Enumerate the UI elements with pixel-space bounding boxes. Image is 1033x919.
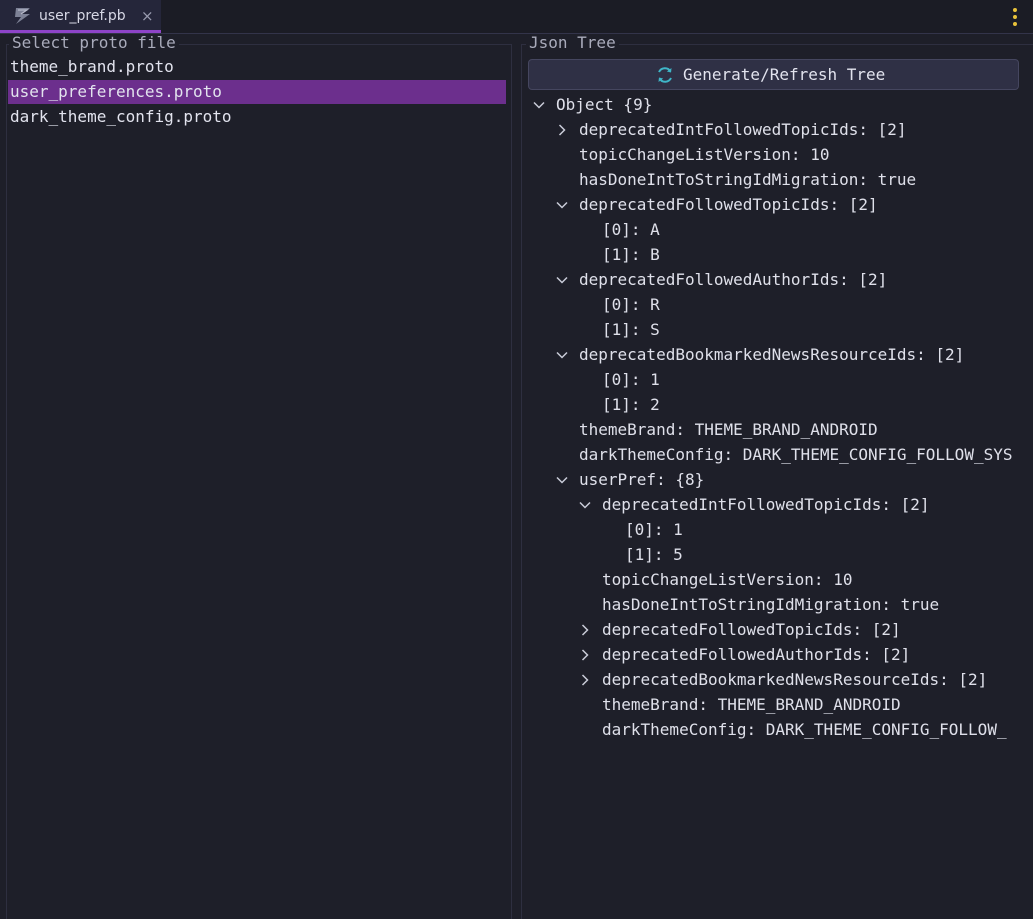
tree-node-label: hasDoneIntToStringIdMigration: true xyxy=(602,595,940,614)
tab-bar: user_pref.pb × xyxy=(0,0,1033,34)
tree-node-label: deprecatedBookmarkedNewsResourceIds: [2] xyxy=(602,670,988,689)
tree-node-label: [1]: 2 xyxy=(602,395,660,414)
proto-panel-title: Select proto file xyxy=(9,34,179,52)
tree-node-label: Object {9} xyxy=(556,95,653,114)
tree-node-label: deprecatedFollowedTopicIds: [2] xyxy=(602,620,901,639)
refresh-icon xyxy=(658,67,672,83)
tree-node-label: [0]: R xyxy=(602,295,660,314)
tree-node-label: deprecatedIntFollowedTopicIds: [2] xyxy=(602,495,930,514)
tree-node-label: deprecatedFollowedAuthorIds: [2] xyxy=(579,270,888,289)
chevron-down-icon[interactable] xyxy=(555,473,569,487)
close-icon[interactable]: × xyxy=(141,7,154,25)
tree-node-label: [0]: 1 xyxy=(602,370,660,389)
tab-user-pref[interactable]: user_pref.pb × xyxy=(0,0,161,33)
tree-node-label: darkThemeConfig: DARK_THEME_CONFIG_FOLLO… xyxy=(579,445,1013,464)
tree-node-label: themeBrand: THEME_BRAND_ANDROID xyxy=(579,420,878,439)
tree-node-label: darkThemeConfig: DARK_THEME_CONFIG_FOLLO… xyxy=(602,720,1007,739)
chevron-right-icon[interactable] xyxy=(578,623,592,637)
chevron-right-icon[interactable] xyxy=(555,123,569,137)
tree-node-label: deprecatedIntFollowedTopicIds: [2] xyxy=(579,120,907,139)
tree-node-label: topicChangeListVersion: 10 xyxy=(579,145,830,164)
chevron-down-icon[interactable] xyxy=(578,498,592,512)
protobuf-file-icon xyxy=(15,8,30,24)
tree-node-label: themeBrand: THEME_BRAND_ANDROID xyxy=(602,695,901,714)
chevron-right-icon[interactable] xyxy=(578,648,592,662)
tree-node-label: deprecatedFollowedTopicIds: [2] xyxy=(579,195,878,214)
chevron-down-icon[interactable] xyxy=(555,273,569,287)
generate-refresh-button[interactable]: Generate/Refresh Tree xyxy=(528,59,1019,90)
chevron-down-icon[interactable] xyxy=(532,98,546,112)
proto-file-item[interactable]: user_preferences.proto xyxy=(8,80,506,104)
proto-file-item[interactable]: dark_theme_config.proto xyxy=(8,105,506,129)
tree-node-label: userPref: {8} xyxy=(579,470,705,489)
tree-node-label: [1]: 5 xyxy=(625,545,683,564)
tab-label: user_pref.pb xyxy=(39,8,126,24)
tree-node-label: deprecatedFollowedAuthorIds: [2] xyxy=(602,645,911,664)
app-window: user_pref.pb × Select proto file Json Tr… xyxy=(0,0,1033,919)
tree-node-label: [0]: 1 xyxy=(625,520,683,539)
proto-file-item[interactable]: theme_brand.proto xyxy=(8,55,506,79)
chevron-down-icon[interactable] xyxy=(555,348,569,362)
tree-node-label: topicChangeListVersion: 10 xyxy=(602,570,853,589)
chevron-right-icon[interactable] xyxy=(578,673,592,687)
tree-node-label: [0]: A xyxy=(602,220,660,239)
json-panel-title: Json Tree xyxy=(526,34,619,52)
proto-file-panel xyxy=(6,44,512,919)
chevron-down-icon[interactable] xyxy=(555,198,569,212)
tree-node-label: hasDoneIntToStringIdMigration: true xyxy=(579,170,917,189)
generate-refresh-label: Generate/Refresh Tree xyxy=(683,65,886,84)
tree-node-label: [1]: S xyxy=(602,320,660,339)
more-vertical-icon[interactable] xyxy=(1013,8,1017,26)
tree-node-label: [1]: B xyxy=(602,245,660,264)
tree-node-label: deprecatedBookmarkedNewsResourceIds: [2] xyxy=(579,345,965,364)
